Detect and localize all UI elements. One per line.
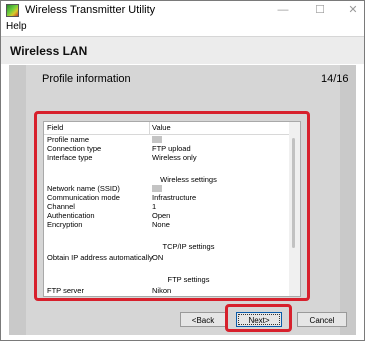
- cancel-button[interactable]: Cancel: [297, 312, 347, 327]
- back-button[interactable]: <Back: [180, 312, 226, 327]
- page-title: Profile information: [42, 73, 131, 85]
- page-counter: 14/16: [321, 73, 349, 85]
- close-button[interactable]: ✕: [342, 2, 364, 18]
- window-title: Wireless Transmitter Utility: [25, 4, 156, 16]
- minimize-button[interactable]: —: [272, 2, 294, 18]
- title-bar[interactable]: Wireless Transmitter Utility — ☐ ✕: [1, 1, 364, 21]
- app-icon: [6, 4, 19, 17]
- menu-bar: Help: [1, 21, 364, 35]
- header-title: Wireless LAN: [10, 44, 88, 58]
- list-highlight-frame: [34, 111, 310, 301]
- next-highlight-frame: [225, 304, 292, 332]
- menu-help[interactable]: Help: [6, 21, 27, 32]
- maximize-button[interactable]: ☐: [309, 2, 331, 18]
- header-band: Wireless LAN: [1, 36, 364, 64]
